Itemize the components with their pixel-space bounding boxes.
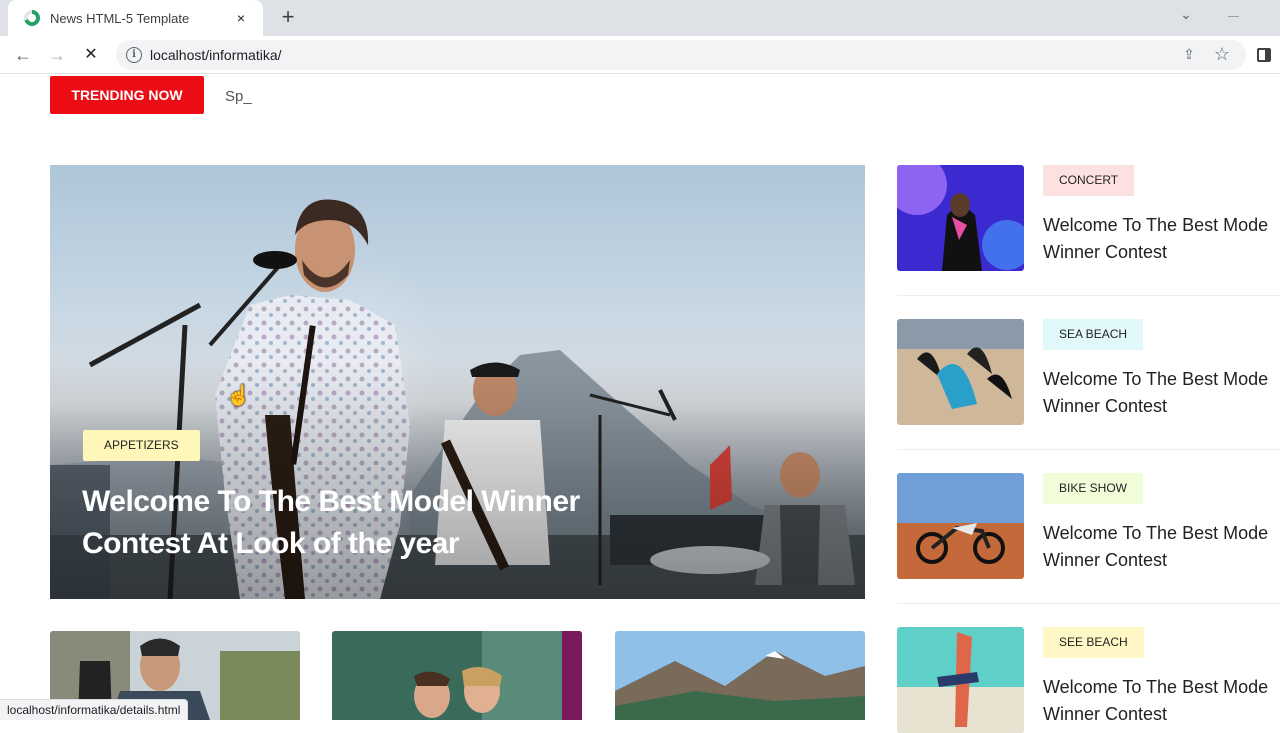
bike-show-thumbnail[interactable] [897, 473, 1024, 579]
browser-tab[interactable]: News HTML-5 Template × [8, 0, 263, 36]
headline-line-2: Winner Contest [1043, 242, 1168, 262]
bike-show-headline[interactable]: Welcome To The Best Mode Winner Contest [1043, 520, 1280, 574]
trending-now-button[interactable]: TRENDING NOW [50, 76, 204, 114]
headline-line-1: Welcome To The Best Mode [1043, 523, 1269, 543]
bottom-article-card-2[interactable] [332, 631, 582, 720]
headline-line-1: Welcome To The Best Mode [1043, 369, 1269, 389]
hero-headline[interactable]: Welcome To The Best Model Winner Contest… [82, 481, 642, 565]
share-icon[interactable]: ⇪ [1180, 46, 1198, 64]
sidebar-article-sea-beach[interactable]: SEA BEACH Welcome To The Best Mode Winne… [897, 319, 1280, 425]
browser-toolbar: ← → ✕ i localhost/informatika/ ⇪ ☆ [0, 36, 1280, 74]
sidebar-article-bike-show[interactable]: BIKE SHOW Welcome To The Best Mode Winne… [897, 473, 1280, 579]
see-beach-thumbnail[interactable] [897, 627, 1024, 733]
side-panel-icon[interactable] [1257, 48, 1271, 62]
address-bar[interactable]: i localhost/informatika/ ⇪ ☆ [116, 40, 1246, 70]
sea-beach-headline[interactable]: Welcome To The Best Mode Winner Contest [1043, 366, 1280, 420]
sea-beach-category-badge[interactable]: SEA BEACH [1043, 319, 1144, 350]
sea-beach-thumbnail[interactable] [897, 319, 1024, 425]
tab-search-chevron-icon[interactable]: ⌄ [1176, 6, 1196, 26]
trending-ticker-text[interactable]: Sp_ [225, 88, 252, 105]
concert-headline[interactable]: Welcome To The Best Mode Winner Contest [1043, 212, 1280, 266]
hand-cursor-icon: ☝ [226, 385, 251, 407]
minimize-window-icon[interactable] [1224, 8, 1244, 24]
bookmark-star-icon[interactable]: ☆ [1212, 44, 1232, 64]
see-beach-category-badge[interactable]: SEE BEACH [1043, 627, 1144, 658]
hero-category-badge[interactable]: APPETIZERS [83, 430, 200, 461]
back-arrow-icon[interactable]: ← [12, 44, 34, 66]
headline-line-1: Welcome To The Best Mode [1043, 215, 1269, 235]
stop-loading-icon[interactable]: ✕ [80, 44, 102, 66]
headline-line-2: Winner Contest [1043, 396, 1168, 416]
tab-title: News HTML-5 Template [50, 10, 190, 26]
site-favicon-icon [24, 10, 40, 26]
bottom-article-card-3[interactable] [615, 631, 865, 720]
sidebar-divider [897, 295, 1280, 296]
bike-show-category-badge[interactable]: BIKE SHOW [1043, 473, 1144, 504]
sidebar-article-see-beach[interactable]: SEE BEACH Welcome To The Best Mode Winne… [897, 627, 1280, 733]
hero-article[interactable]: APPETIZERS Welcome To The Best Model Win… [50, 165, 865, 599]
address-url[interactable]: localhost/informatika/ [150, 47, 282, 63]
mountains-thumbnail [615, 631, 865, 720]
sidebar-article-concert[interactable]: CONCERT Welcome To The Best Mode Winner … [897, 165, 1280, 271]
friends-selfie-thumbnail [332, 631, 582, 720]
headline-line-1: Welcome To The Best Mode [1043, 677, 1269, 697]
browser-tab-strip: News HTML-5 Template × + ⌄ [0, 0, 1280, 36]
forward-arrow-icon[interactable]: → [46, 44, 68, 66]
concert-thumbnail[interactable] [897, 165, 1024, 271]
new-tab-icon[interactable]: + [276, 5, 300, 29]
headline-line-2: Winner Contest [1043, 704, 1168, 724]
sidebar-divider [897, 449, 1280, 450]
browser-status-url: localhost/informatika/details.html [0, 699, 189, 720]
close-tab-icon[interactable]: × [231, 10, 251, 26]
headline-line-2: Winner Contest [1043, 550, 1168, 570]
site-info-icon[interactable]: i [126, 47, 142, 63]
concert-category-badge[interactable]: CONCERT [1043, 165, 1135, 196]
sidebar-divider [897, 603, 1280, 604]
